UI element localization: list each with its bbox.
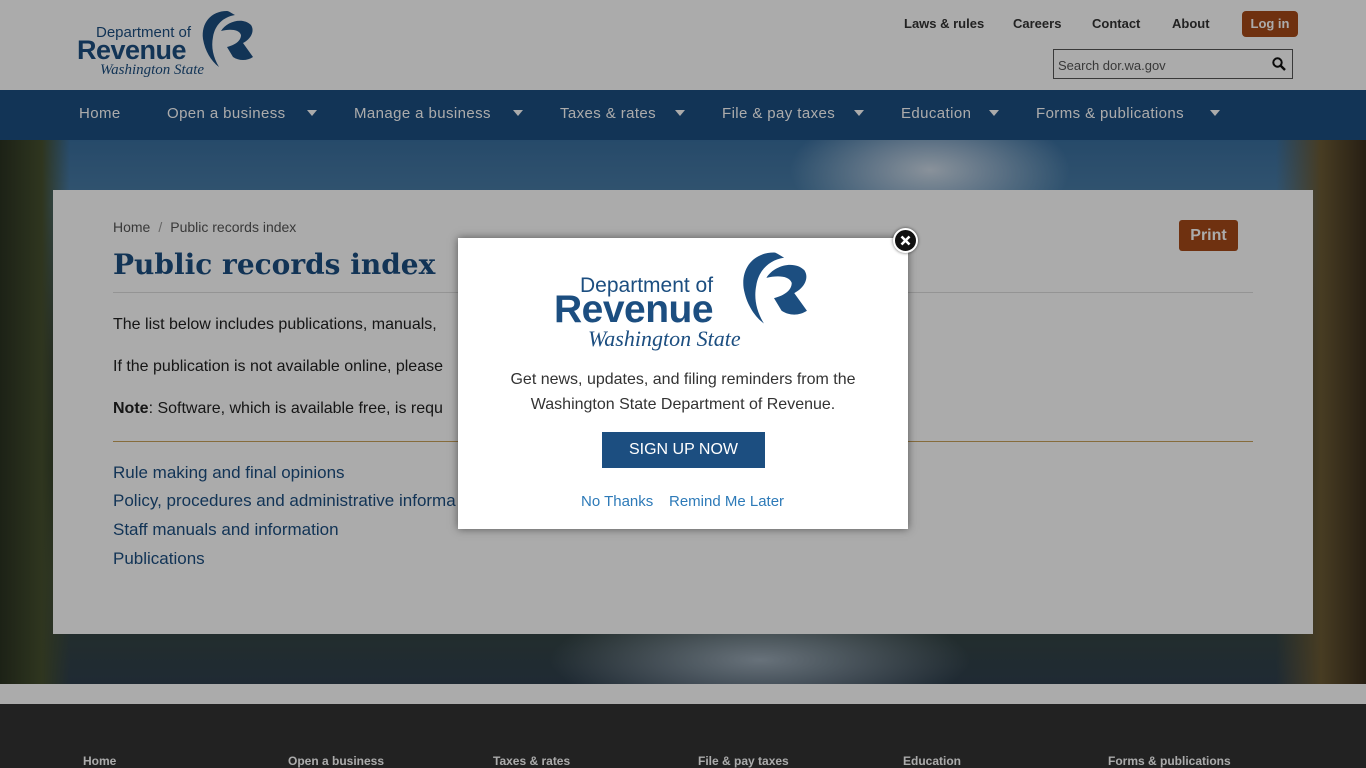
signup-modal: Department of Revenue Washington State G…	[458, 238, 908, 529]
logo-swirl-icon	[743, 252, 807, 324]
modal-logo-line-3: Washington State	[588, 326, 741, 351]
modal-close-button[interactable]	[893, 228, 918, 253]
sign-up-button[interactable]: SIGN UP NOW	[602, 432, 765, 468]
no-thanks-link[interactable]: No Thanks	[581, 493, 653, 510]
remind-later-link[interactable]: Remind Me Later	[669, 493, 784, 510]
modal-message: Get news, updates, and filing reminders …	[510, 371, 856, 413]
modal-dor-logo: Department of Revenue Washington State	[554, 250, 814, 354]
close-icon	[900, 235, 911, 246]
